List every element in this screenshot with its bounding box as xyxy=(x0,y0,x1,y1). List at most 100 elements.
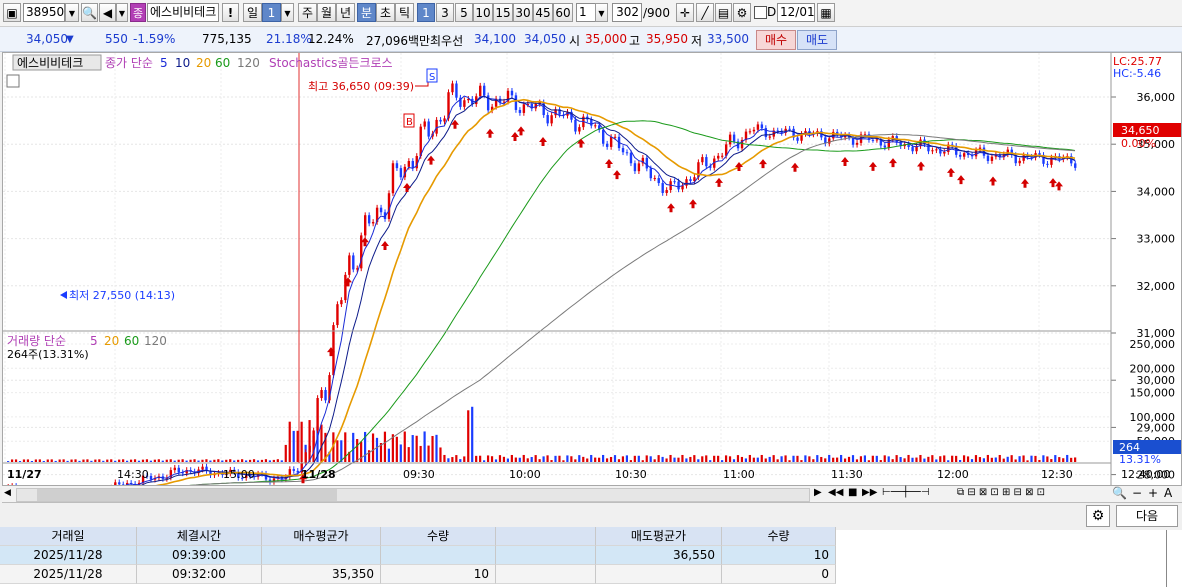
candle-body xyxy=(367,215,371,224)
table-header-1[interactable]: 체결시간 xyxy=(137,527,262,546)
chevron-down-icon[interactable]: ▼ xyxy=(65,3,79,22)
chart-area[interactable]: 36,000 35,000 34,000 33,000 32,000 31,000 30,0… xyxy=(2,52,1182,486)
period-button-10[interactable]: 10 xyxy=(473,3,493,22)
font-size-icon[interactable]: A xyxy=(1164,486,1172,500)
next-button[interactable]: 다음 xyxy=(1116,505,1178,527)
day-button[interactable]: 일 xyxy=(243,3,262,22)
rewind-icon[interactable]: ◀◀ xyxy=(828,487,843,498)
chevron-down-icon[interactable]: ▼ xyxy=(595,3,608,22)
volume-bar xyxy=(486,455,490,462)
speaker-icon[interactable]: ◀ xyxy=(99,3,116,22)
candle-body xyxy=(352,255,355,270)
volume-bar xyxy=(990,457,993,462)
table-cell[interactable]: 36,550 xyxy=(596,546,722,565)
chart-svg[interactable]: 36,00035,00034,00033,00032,00031,00030,0… xyxy=(3,53,1181,485)
search-icon[interactable]: 🔍 xyxy=(81,3,98,22)
scroll-thumb[interactable] xyxy=(37,489,337,501)
gear-icon[interactable]: ⚙ xyxy=(1086,505,1110,527)
tick-button[interactable]: 틱 xyxy=(395,3,414,22)
table-header-0[interactable]: 거래일 xyxy=(0,527,137,546)
table-cell[interactable] xyxy=(496,546,596,565)
volume-bar xyxy=(387,448,390,462)
draw-tool-icon[interactable]: ╱ xyxy=(696,3,714,22)
stock-code-input[interactable]: 389500 xyxy=(23,3,72,22)
period-select[interactable]: 1 xyxy=(576,3,596,22)
volume-bar xyxy=(693,455,696,462)
sell-button[interactable]: 매도 xyxy=(797,30,837,50)
zoom-search-icon[interactable]: 🔍 xyxy=(1112,486,1127,500)
zoom-slider-icon[interactable]: ⊢──┼──⊣ xyxy=(882,487,930,498)
candle-body xyxy=(986,155,990,161)
date-checkbox[interactable] xyxy=(754,6,767,19)
chevron-down-icon[interactable]: ▼ xyxy=(281,3,294,22)
table-cell[interactable]: 0 xyxy=(722,565,836,584)
year-button[interactable]: 년 xyxy=(336,3,355,22)
period-button-15[interactable]: 15 xyxy=(493,3,513,22)
gear-icon[interactable]: ⚙ xyxy=(733,3,751,22)
day-count-field[interactable]: 1 xyxy=(262,3,281,22)
trade-volume: 775,135 xyxy=(202,32,252,46)
table-cell[interactable] xyxy=(381,546,496,565)
zoom-out-icon[interactable]: − xyxy=(1132,486,1142,500)
minute-button[interactable]: 분 xyxy=(357,3,376,22)
table-cell[interactable] xyxy=(596,565,722,584)
chevron-down-icon[interactable]: ▼ xyxy=(116,3,128,22)
low-annotation: 최저 27,550 (14:13) xyxy=(69,289,175,302)
candle-body xyxy=(768,136,771,138)
table-cell[interactable]: 10 xyxy=(381,565,496,584)
table-header-4[interactable] xyxy=(496,527,596,546)
week-button[interactable]: 주 xyxy=(298,3,317,22)
quote-bar: 34,050 ▼ 550 -1.59% 775,135 21.18% 12.24… xyxy=(0,27,1182,52)
tool-icons[interactable]: ⧉ ⊟ ⊠ ⊡ ⊞ ⊟ ⊠ ⊡ xyxy=(957,487,1045,498)
volume-bar xyxy=(451,457,454,462)
table-cell[interactable]: 35,350 xyxy=(262,565,381,584)
calendar-icon[interactable]: ▦ xyxy=(817,3,835,22)
play-icon[interactable]: ▶▶ xyxy=(862,487,877,498)
month-button[interactable]: 월 xyxy=(317,3,336,22)
volume-bar xyxy=(685,458,688,462)
volume-bar xyxy=(578,455,581,462)
period-button-1[interactable]: 1 xyxy=(417,3,435,22)
table-header-6[interactable]: 수량 xyxy=(722,527,836,546)
scroll-right-icon[interactable]: ▶ xyxy=(814,487,822,498)
table-cell[interactable]: 2025/11/28 xyxy=(0,546,137,565)
candle-body xyxy=(657,178,660,184)
period-button-5[interactable]: 5 xyxy=(455,3,473,22)
crosshair-icon[interactable]: ✛ xyxy=(676,3,694,22)
grid-toggle-icon[interactable] xyxy=(6,74,20,88)
table-cell[interactable]: 2025/11/28 xyxy=(0,565,137,584)
volume-bar xyxy=(260,459,264,462)
period-button-60[interactable]: 60 xyxy=(553,3,573,22)
table-header-2[interactable]: 매수평균가 xyxy=(262,527,381,546)
candle-body xyxy=(701,157,704,163)
alert-button[interactable]: ! xyxy=(222,3,239,22)
display-count-input[interactable]: 302 xyxy=(612,3,642,22)
table-cell[interactable]: 09:32:00 xyxy=(137,565,262,584)
period-button-45[interactable]: 45 xyxy=(533,3,553,22)
table-header-3[interactable]: 수량 xyxy=(381,527,496,546)
volume-bar xyxy=(1034,455,1037,462)
buy-button[interactable]: 매수 xyxy=(756,30,796,50)
save-icon[interactable]: ▤ xyxy=(715,3,732,22)
stop-icon[interactable]: ■ xyxy=(848,487,857,498)
date-input[interactable]: 12/01 xyxy=(777,3,815,22)
period-button-3[interactable]: 3 xyxy=(436,3,454,22)
candle-body xyxy=(721,155,724,157)
table-scrollbar[interactable] xyxy=(1166,530,1167,587)
second-button[interactable]: 초 xyxy=(376,3,395,22)
stock-name-field[interactable]: 에스비비테크 xyxy=(147,3,219,22)
period-button-30[interactable]: 30 xyxy=(513,3,533,22)
chart-scrollbar[interactable] xyxy=(16,488,810,502)
volume-bar xyxy=(225,459,228,462)
volume-bar xyxy=(514,457,517,462)
scroll-left-icon[interactable]: ◀ xyxy=(4,488,14,500)
table-cell[interactable] xyxy=(496,565,596,584)
table-header-5[interactable]: 매도평균가 xyxy=(596,527,722,546)
table-cell[interactable]: 09:39:00 xyxy=(137,546,262,565)
candle-body xyxy=(1074,163,1077,168)
table-cell[interactable]: 10 xyxy=(722,546,836,565)
zoom-in-icon[interactable]: + xyxy=(1148,486,1158,500)
window-icon[interactable]: ▣ xyxy=(3,3,21,22)
table-cell[interactable] xyxy=(262,546,381,565)
candle-body xyxy=(407,161,411,167)
